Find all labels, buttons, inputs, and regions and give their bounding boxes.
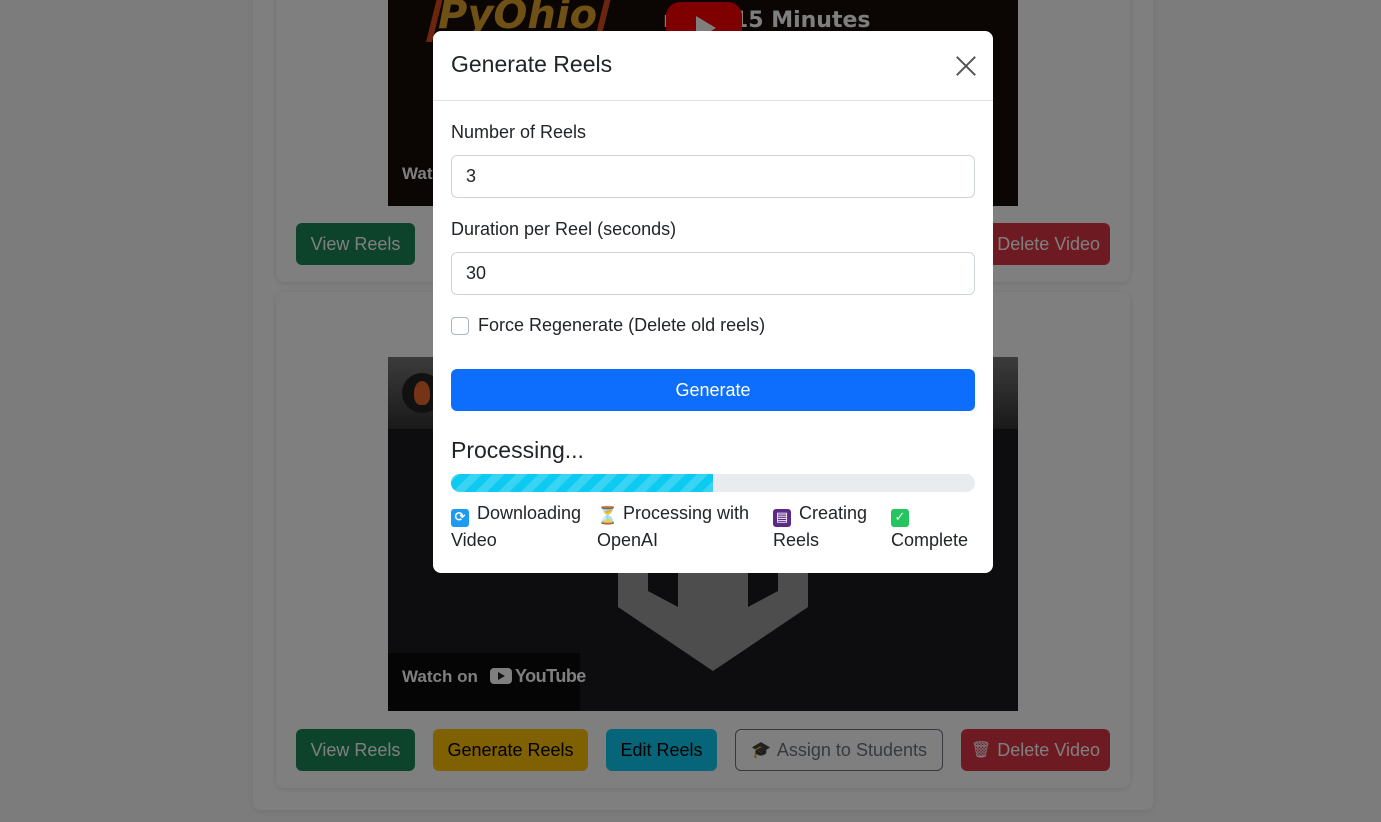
step-line2: Reels <box>773 530 820 550</box>
step-line1: Downloading <box>477 503 582 523</box>
modal-header: Generate Reels <box>433 31 993 101</box>
step-creating: ▤ Creating Reels <box>773 500 867 554</box>
generate-button-label: Generate <box>675 379 751 400</box>
generate-reels-modal: Generate Reels Number of Reels Duration … <box>433 31 993 573</box>
modal-title: Generate Reels <box>451 51 613 77</box>
force-regenerate-label[interactable]: Force Regenerate (Delete old reels) <box>478 315 765 336</box>
hourglass-icon: ⏳ <box>597 506 619 526</box>
progress-track <box>451 474 975 492</box>
close-icon[interactable] <box>953 53 979 79</box>
duration-label: Duration per Reel (seconds) <box>451 219 677 239</box>
force-regenerate-checkbox[interactable] <box>451 317 469 335</box>
num-reels-input[interactable] <box>451 155 975 198</box>
step-line2: Video <box>451 530 497 550</box>
num-reels-label: Number of Reels <box>451 122 587 142</box>
step-line1: Creating <box>799 503 868 523</box>
check-icon: ✓ <box>891 509 909 527</box>
step-processing: ⏳ Processing with OpenAI <box>597 500 749 554</box>
clapperboard-icon: ▤ <box>773 509 791 527</box>
processing-title: Processing... <box>451 437 584 463</box>
progress-bar <box>451 474 713 492</box>
page: PyOhio ng in 15 Minutes Wat View Reels 🗑… <box>0 0 1381 822</box>
step-line2: OpenAI <box>597 530 659 550</box>
step-downloading: ⟳ Downloading Video <box>451 500 581 554</box>
step-complete: ✓ Complete <box>891 500 968 554</box>
step-line1: Processing with <box>623 503 750 523</box>
progress-steps: ⟳ Downloading Video ⏳ Processing with Open… <box>451 500 975 560</box>
generate-button[interactable]: Generate <box>451 369 975 411</box>
step-line1: Complete <box>891 530 969 550</box>
duration-input[interactable] <box>451 252 975 295</box>
refresh-icon: ⟳ <box>451 509 469 527</box>
